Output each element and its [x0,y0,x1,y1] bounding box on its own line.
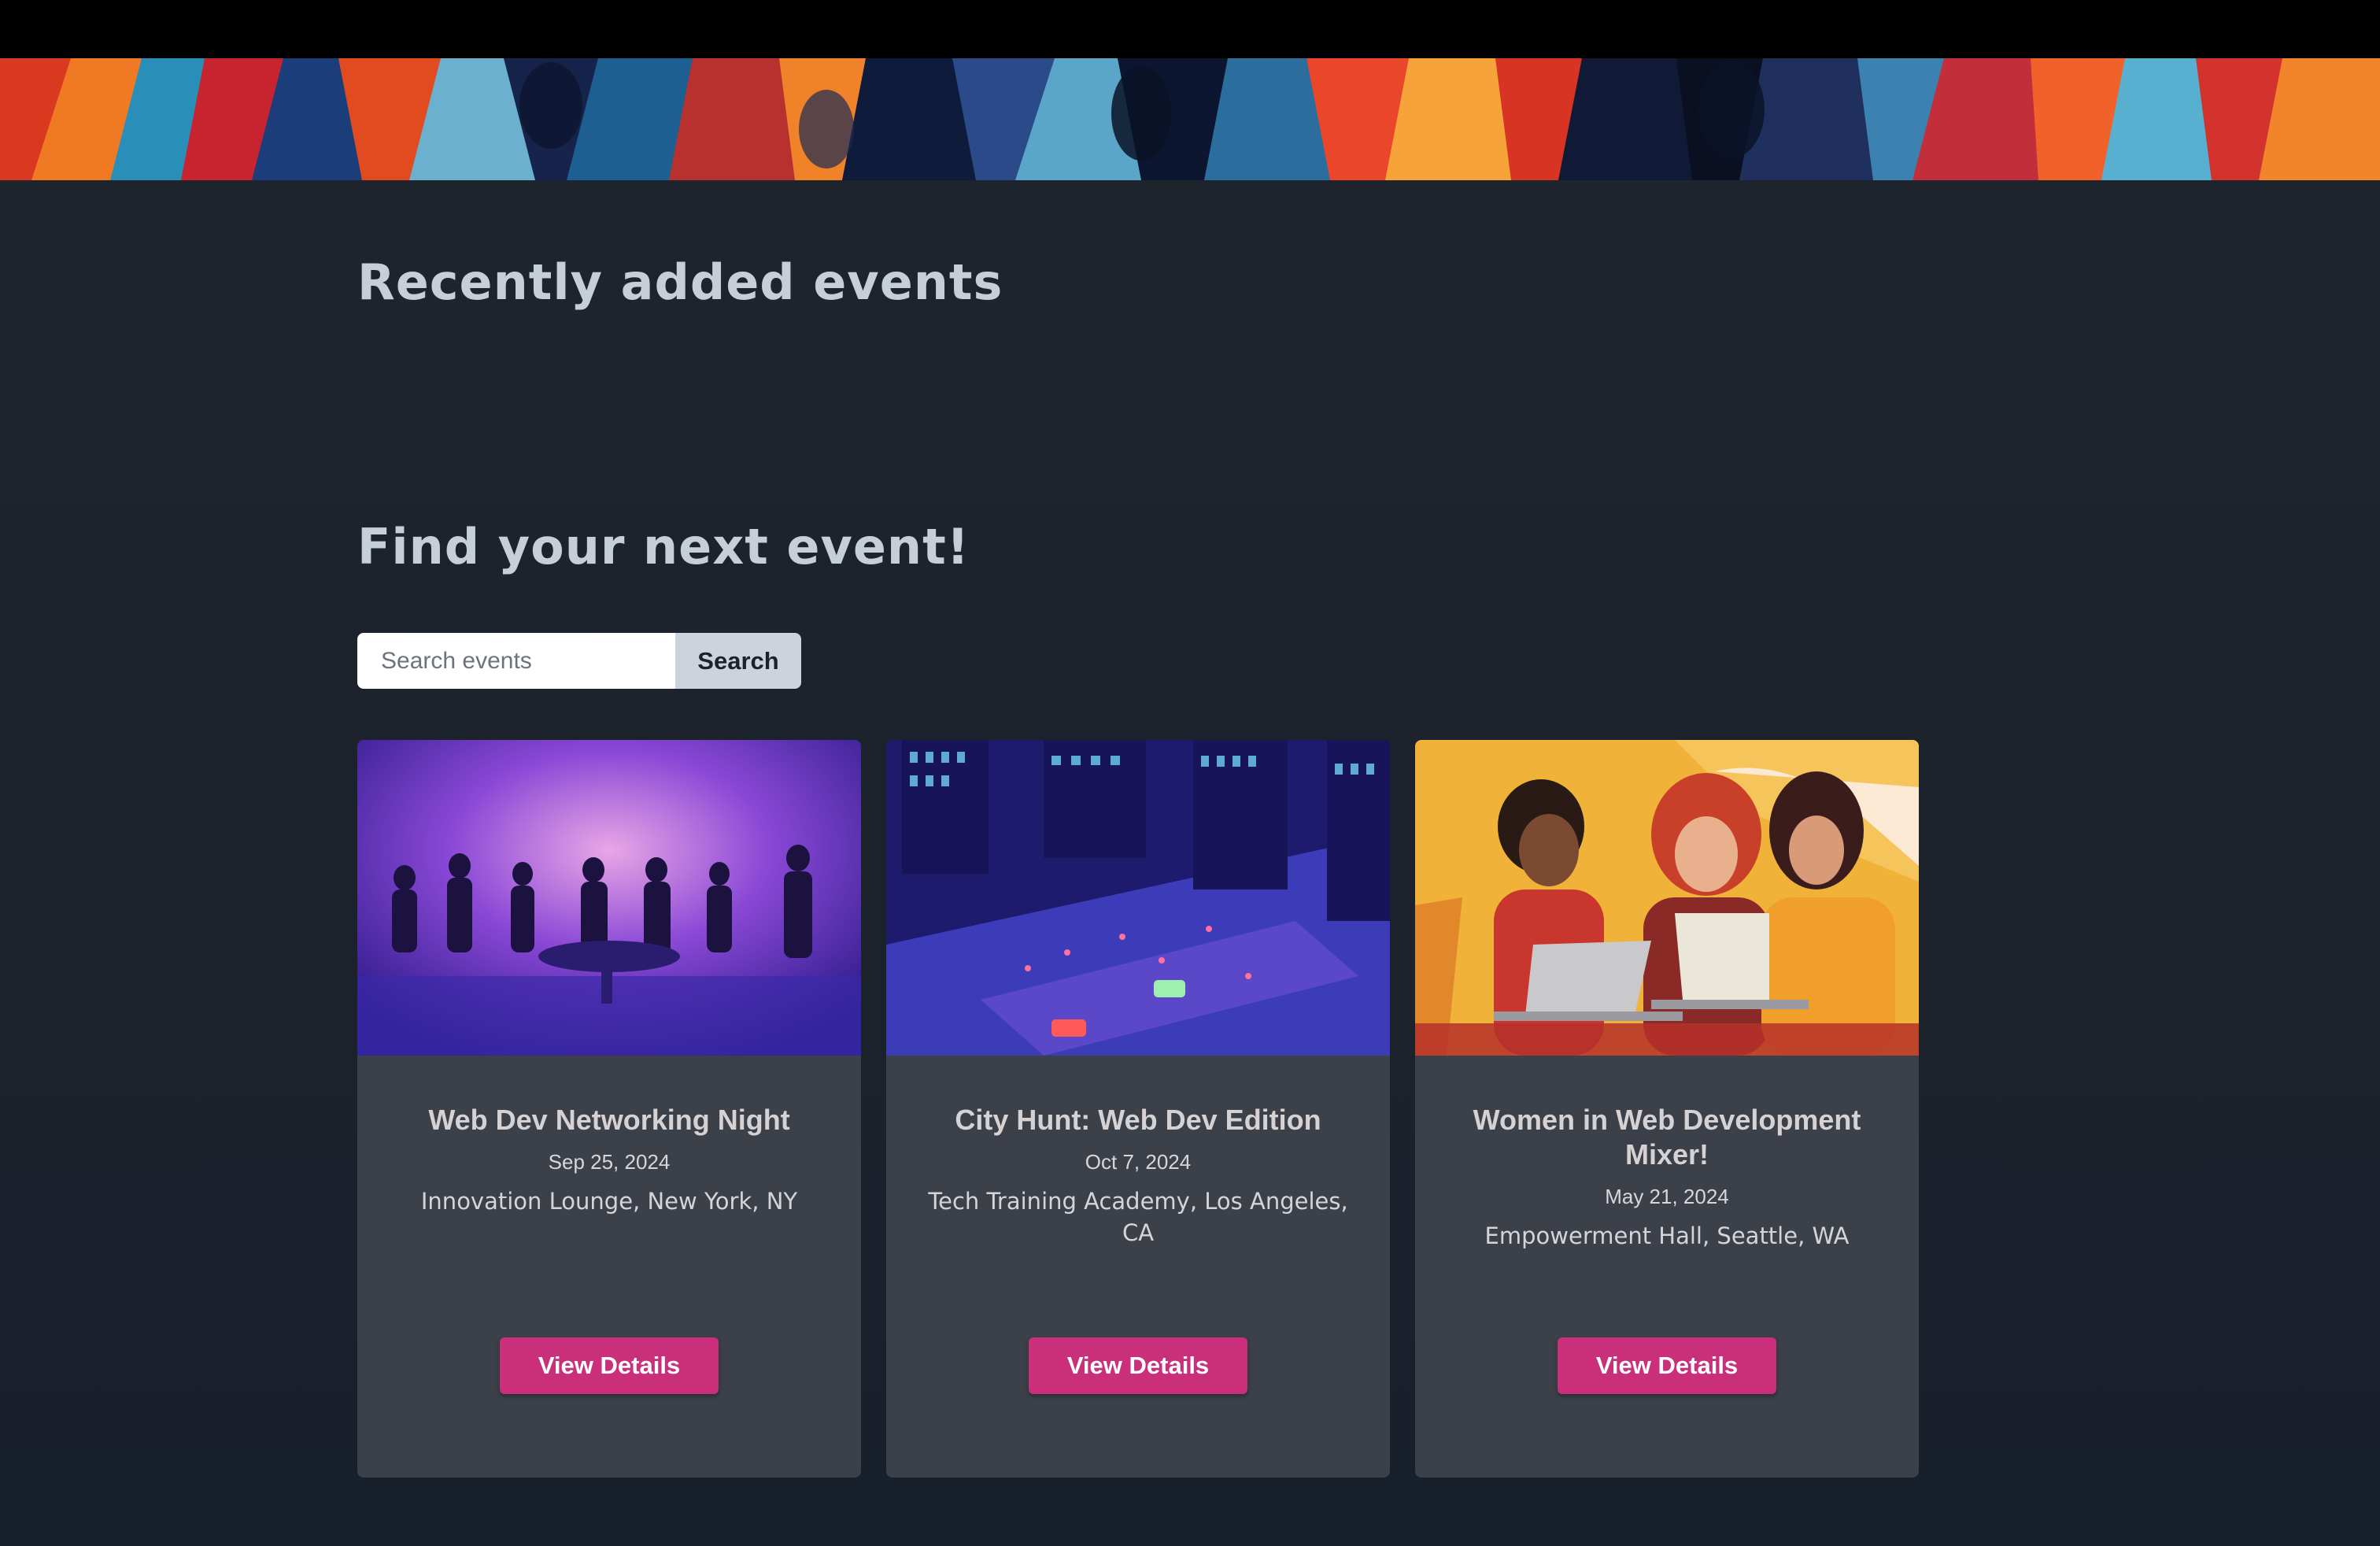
event-location: Innovation Lounge, New York, NY [420,1188,798,1215]
event-card: Web Dev Networking Night Sep 25, 2024 In… [357,740,861,1478]
view-details-button[interactable]: View Details [1558,1337,1776,1394]
search-button[interactable]: Search [675,633,801,689]
view-details-button[interactable]: View Details [1029,1337,1247,1394]
event-card-body: Women in Web Development Mixer! May 21, … [1415,1056,1919,1478]
top-black-bar [0,0,2380,58]
event-image-women-mixer [1415,740,1919,1056]
recently-added-heading: Recently added events [357,253,1003,311]
find-event-heading: Find your next event! [357,518,970,575]
event-date: Oct 7, 2024 [1085,1150,1192,1174]
event-date: May 21, 2024 [1605,1185,1729,1208]
event-image-networking [357,740,861,1056]
event-title: Women in Web Development Mixer! [1473,1104,1861,1171]
event-image-city-hunt [886,740,1390,1056]
view-details-button[interactable]: View Details [500,1337,719,1394]
event-card-body: City Hunt: Web Dev Edition Oct 7, 2024 T… [886,1056,1390,1478]
event-location: Tech Training Academy, Los Angeles, CA [928,1188,1348,1246]
search-bar: Search [357,633,801,689]
header-banner-image [0,58,2380,180]
event-title: Web Dev Networking Night [428,1104,790,1136]
search-input[interactable] [357,633,675,689]
event-date: Sep 25, 2024 [548,1150,671,1174]
event-title: City Hunt: Web Dev Edition [955,1104,1321,1136]
event-location: Empowerment Hall, Seattle, WA [1484,1222,1850,1249]
event-card: Women in Web Development Mixer! May 21, … [1415,740,1919,1478]
event-card: City Hunt: Web Dev Edition Oct 7, 2024 T… [886,740,1390,1478]
event-card-body: Web Dev Networking Night Sep 25, 2024 In… [357,1056,861,1478]
